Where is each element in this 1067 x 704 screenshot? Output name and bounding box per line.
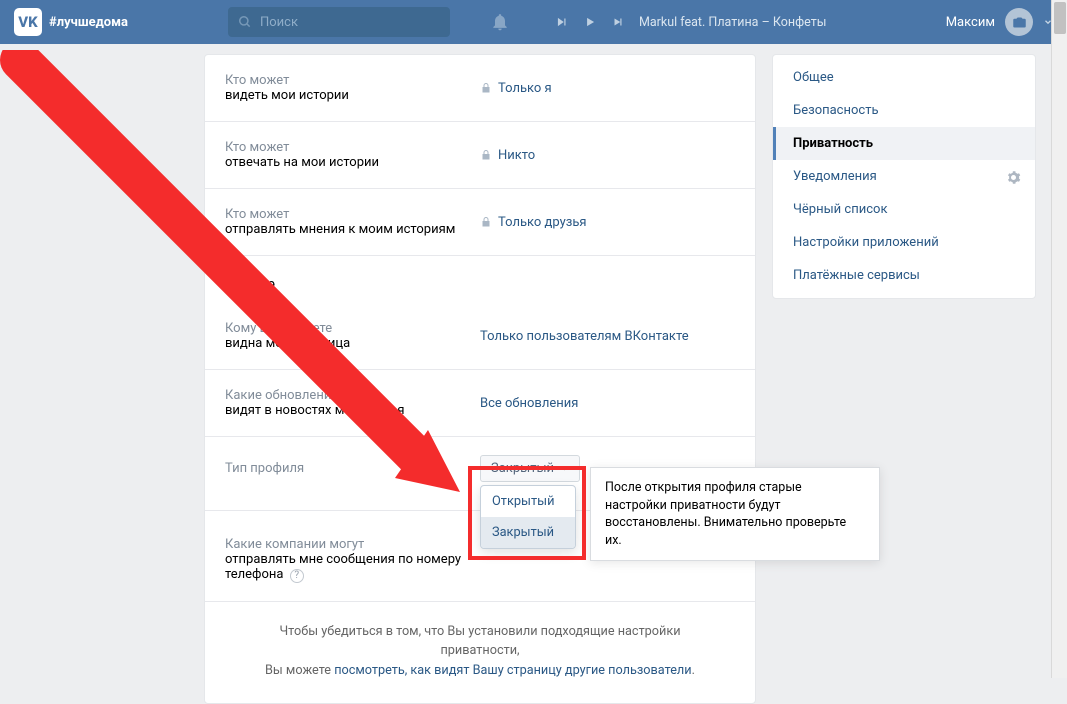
top-header: VK #лучшедома Поиск Markul feat. Платина… bbox=[0, 0, 1067, 44]
settings-panel: Кто можетвидеть мои истории Только я Кто… bbox=[204, 54, 756, 704]
gear-icon[interactable] bbox=[1006, 170, 1021, 185]
row-question: Кто может bbox=[225, 207, 289, 222]
row-question: Какие компании могут bbox=[225, 537, 364, 552]
notifications-icon[interactable] bbox=[490, 12, 510, 32]
track-title[interactable]: Markul feat. Платина – Конфеты bbox=[639, 15, 826, 30]
setting-row-updates[interactable]: Какие обновлениявидят в новостях мои дру… bbox=[205, 369, 755, 436]
row-question: Кому в интернете bbox=[225, 321, 332, 336]
prev-track-icon[interactable] bbox=[555, 15, 569, 29]
dropdown-option-closed[interactable]: Закрытый bbox=[481, 517, 575, 548]
sidebar-item-blacklist[interactable]: Чёрный список bbox=[773, 193, 1035, 226]
sidebar-item-general[interactable]: Общее bbox=[773, 61, 1035, 94]
sidebar-item-security[interactable]: Безопасность bbox=[773, 94, 1035, 127]
audio-player: Markul feat. Платина – Конфеты bbox=[555, 15, 826, 30]
lock-icon bbox=[480, 216, 492, 228]
row-subject: видна моя страница bbox=[225, 336, 350, 351]
sidebar-item-privacy[interactable]: Приватность bbox=[773, 127, 1035, 160]
setting-row-page-visibility[interactable]: Кому в интернетевидна моя страница Тольк… bbox=[205, 303, 755, 369]
row-value: Все обновления bbox=[480, 396, 578, 411]
sidebar-item-payments[interactable]: Платёжные сервисы bbox=[773, 259, 1035, 292]
row-label: Тип профиля bbox=[225, 461, 304, 476]
profile-type-tooltip: После открытия профиля старые настройки … bbox=[590, 467, 880, 561]
sidebar-item-app-settings[interactable]: Настройки приложений bbox=[773, 226, 1035, 259]
row-question: Какие обновления bbox=[225, 388, 338, 403]
play-icon[interactable] bbox=[583, 15, 597, 29]
camera-icon bbox=[1012, 15, 1027, 30]
profile-type-menu: Открытый Закрытый bbox=[480, 485, 576, 549]
hashtag-link[interactable]: #лучшедома bbox=[49, 15, 128, 30]
scrollbar[interactable] bbox=[1051, 0, 1067, 678]
search-placeholder: Поиск bbox=[260, 15, 298, 30]
dropdown-selected: Закрытый bbox=[491, 461, 554, 476]
setting-row-stories-view[interactable]: Кто можетвидеть мои истории Только я bbox=[205, 55, 755, 121]
help-icon[interactable]: ? bbox=[290, 569, 304, 583]
chevron-down-icon bbox=[560, 464, 569, 473]
row-value: Только пользователям ВКонтакте bbox=[480, 329, 689, 344]
user-menu[interactable]: Максим bbox=[946, 8, 1053, 36]
lock-icon bbox=[480, 82, 492, 94]
search-input[interactable]: Поиск bbox=[228, 7, 450, 37]
row-subject: отправлять мне сообщения по номеру телеф… bbox=[225, 552, 461, 582]
sidebar-item-notifications[interactable]: Уведомления bbox=[773, 160, 1035, 193]
row-value: Никто bbox=[498, 148, 535, 163]
row-question: Кто может bbox=[225, 73, 289, 88]
setting-row-stories-opinions[interactable]: Кто можетотправлять мнения к моим истори… bbox=[205, 188, 755, 255]
privacy-footer-note: Чтобы убедиться в том, что Вы установили… bbox=[205, 601, 755, 703]
next-track-icon[interactable] bbox=[611, 15, 625, 29]
avatar bbox=[1005, 8, 1033, 36]
scrollbar-thumb[interactable] bbox=[1054, 2, 1066, 34]
dropdown-option-open[interactable]: Открытый bbox=[481, 486, 575, 517]
search-icon bbox=[238, 15, 252, 29]
row-subject: отправлять мнения к моим историям bbox=[225, 222, 455, 237]
row-question: Кто может bbox=[225, 140, 289, 155]
settings-sidebar: Общее Безопасность Приватность Уведомлен… bbox=[772, 54, 1036, 299]
row-value: Только друзья bbox=[498, 215, 587, 230]
row-subject: отвечать на мои истории bbox=[225, 155, 379, 170]
lock-icon bbox=[480, 149, 492, 161]
row-subject: видеть мои истории bbox=[225, 88, 349, 103]
profile-type-dropdown[interactable]: Закрытый bbox=[480, 455, 580, 482]
row-value: Только я bbox=[498, 81, 552, 96]
view-as-link[interactable]: посмотреть, как видят Вашу страницу друг… bbox=[334, 663, 691, 678]
vk-logo[interactable]: VK bbox=[14, 8, 42, 36]
section-other-title: Прочее bbox=[205, 255, 755, 303]
row-subject: видят в новостях мои друзья bbox=[225, 403, 405, 418]
setting-row-stories-reply[interactable]: Кто можетотвечать на мои истории Никто bbox=[205, 121, 755, 188]
user-name: Максим bbox=[946, 15, 995, 30]
